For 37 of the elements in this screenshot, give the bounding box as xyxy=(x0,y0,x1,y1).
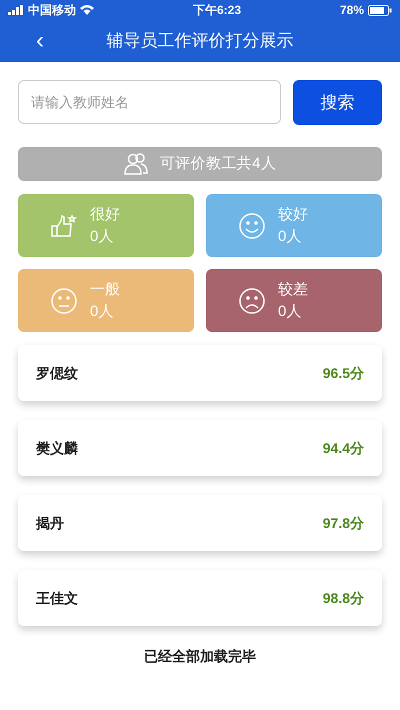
rating-label: 较好 xyxy=(278,204,308,224)
teacher-name: 樊义麟 xyxy=(36,438,78,458)
teacher-name: 揭丹 xyxy=(36,514,64,532)
teacher-card[interactable]: 樊义麟 94.4分 xyxy=(18,420,382,476)
rating-count: 0人 xyxy=(90,226,114,246)
carrier-text: 中国移动 xyxy=(28,2,76,19)
battery-icon xyxy=(368,4,392,16)
rating-card[interactable]: 较差 0人 xyxy=(206,269,382,332)
rating-count: 0人 xyxy=(90,302,114,322)
rating-label: 较差 xyxy=(278,280,308,300)
teacher-name: 王佳文 xyxy=(36,588,78,608)
teacher-card[interactable]: 王佳文 98.8分 xyxy=(18,570,382,626)
search-button[interactable]: 搜索 xyxy=(293,80,382,125)
page-title: 辅导员工作评价打分展示 xyxy=(106,30,294,52)
teacher-score: 94.4分 xyxy=(322,438,364,458)
back-button[interactable]: ‹ xyxy=(30,29,50,53)
teacher-name: 罗偲纹 xyxy=(36,364,78,382)
teacher-card[interactable]: 罗偲纹 96.5分 xyxy=(18,345,382,401)
teacher-score: 96.5分 xyxy=(322,364,364,382)
rating-label: 很好 xyxy=(90,204,120,224)
people-icon xyxy=(124,153,148,175)
time-text: 下午6:23 xyxy=(192,2,241,19)
teacher-score: 98.8分 xyxy=(322,588,364,608)
sad-face-icon xyxy=(238,286,266,314)
search-field[interactable]: 请输入教师姓名 xyxy=(18,80,281,124)
rating-label: 一般 xyxy=(90,280,120,300)
teacher-card[interactable]: 揭丹 97.8分 xyxy=(18,495,382,551)
battery-text: 78% xyxy=(340,2,364,19)
signal-icon xyxy=(8,5,24,15)
wifi-icon xyxy=(80,5,94,15)
summary-text: 可评价教工共4人 xyxy=(160,154,276,174)
rating-count: 0人 xyxy=(278,226,302,246)
teacher-score: 97.8分 xyxy=(322,514,364,532)
neutral-face-icon xyxy=(50,286,78,314)
smiley-face-icon xyxy=(238,212,266,240)
rating-count: 0人 xyxy=(278,302,302,322)
load-complete-text: 已经全部加载完毕 xyxy=(144,647,256,666)
